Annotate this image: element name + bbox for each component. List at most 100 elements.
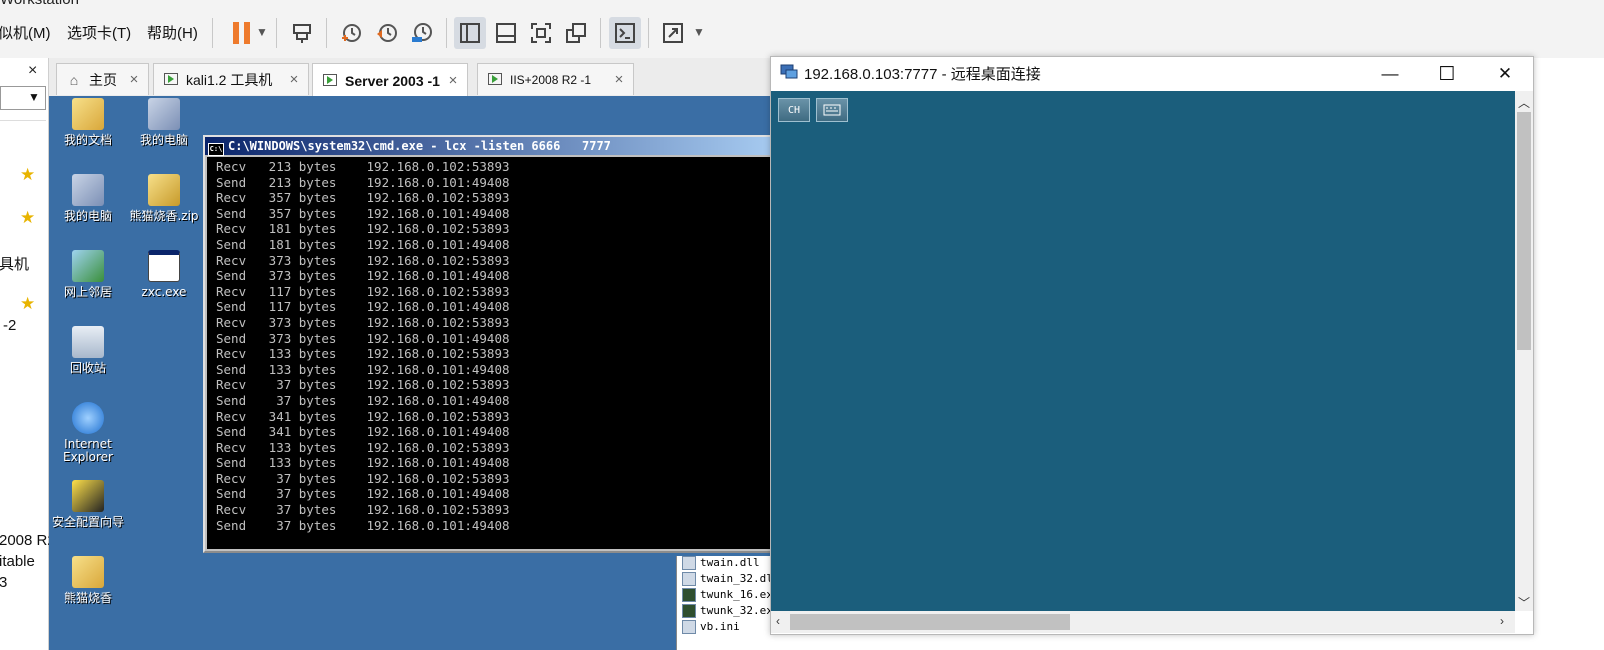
snapshot-manager-icon[interactable] [406,17,438,49]
send-ctrl-alt-del-icon[interactable] [286,17,318,49]
tab-label: kali1.2 工具机 [186,71,273,88]
toolbar-separator [600,18,601,48]
chevron-left-icon[interactable]: ‹ [776,614,780,628]
recycle-bin-icon [72,326,104,358]
horizontal-scrollbar-thumb[interactable] [790,614,1070,630]
chevron-down-icon[interactable]: ﹀ [1518,594,1530,611]
desktop-icon-security-wizard[interactable]: 安全配置向导 [52,480,124,529]
cmd-output-line: Recv 373 bytes 192.168.0.102:53893 [216,252,510,268]
revert-snapshot-icon[interactable] [371,17,403,49]
unity-icon[interactable] [560,17,592,49]
cmd-output-line: Send 373 bytes 192.168.0.101:49408 [216,268,510,284]
cmd-output-line: Recv 213 bytes 192.168.0.102:53893 [216,159,510,174]
star-icon[interactable]: ★ [20,208,35,228]
maximize-icon[interactable]: ☐ [1424,60,1470,88]
toolbar-separator [648,18,649,48]
file-item[interactable]: twain_32.dll [682,572,779,586]
close-icon[interactable]: ✕ [1482,60,1528,88]
library-view-icon[interactable] [454,17,486,49]
tab-iis-2008[interactable]: IIS+2008 R2 -1 × [477,63,634,95]
cmd-output-line: Send 37 bytes 192.168.0.101:49408 [216,486,510,502]
network-icon [72,250,104,282]
vm-icon [486,72,504,88]
thumbnail-view-icon[interactable] [490,17,522,49]
computer-icon [72,174,104,206]
menu-help[interactable]: 帮助(H) [147,22,198,43]
star-icon[interactable]: ★ [20,294,35,314]
internet-explorer-icon [72,402,104,434]
close-icon[interactable]: × [28,62,37,80]
cmd-icon: C:\ [208,143,224,156]
cmd-output-line: Recv 117 bytes 192.168.0.102:53893 [216,283,510,299]
star-icon[interactable]: ★ [20,165,35,185]
remote-screen[interactable] [771,91,1515,611]
chevron-down-icon[interactable]: ▼ [256,25,268,39]
pause-icon[interactable] [233,22,251,44]
file-item[interactable]: vb.ini [682,620,740,634]
cmd-output-line: Recv 357 bytes 192.168.0.102:53893 [216,190,510,206]
chevron-right-icon[interactable]: › [1500,614,1504,628]
zip-folder-icon [148,174,180,206]
library-item-label[interactable]: 2008 R2 [0,532,56,549]
cmd-output-line: Recv 37 bytes 192.168.0.102:53893 [216,502,510,518]
language-button[interactable]: CH [778,98,810,122]
console-icon[interactable] [609,17,641,49]
library-item-label[interactable]: 具机 [0,253,29,274]
file-item[interactable]: twunk_16.exe [682,588,779,602]
toolbar-separator [446,18,447,48]
chevron-down-icon[interactable]: ▼ [28,90,40,104]
file-item[interactable]: twunk_32.exe [682,604,779,618]
desktop-icon-my-computer[interactable]: 我的电脑 [128,98,200,147]
library-item-label[interactable]: 3 [0,574,7,591]
close-icon[interactable]: × [126,71,142,88]
desktop-icon-network[interactable]: 网上邻居 [52,250,124,299]
desktop-icon-internet-explorer[interactable]: Internet Explorer [52,402,124,464]
tab-label: 主页 [89,71,117,88]
close-icon[interactable]: × [286,71,302,88]
snapshot-icon[interactable] [335,17,367,49]
chevron-down-icon[interactable]: ▼ [693,25,705,39]
desktop-icon-my-documents[interactable]: 我的文档 [52,98,124,147]
toolbar-separator [212,18,213,48]
tab-kali[interactable]: kali1.2 工具机 × [153,63,309,95]
fullscreen-icon[interactable] [525,17,557,49]
exe-icon [148,250,180,282]
desktop-icon-zip[interactable]: 熊猫烧香.zip [128,174,200,223]
cmd-output[interactable]: Recv 213 bytes 192.168.0.102:53893 Send 2… [207,157,771,549]
desktop-icon-recycle-bin[interactable]: 回收站 [52,326,124,375]
menu-vm[interactable]: 似机(M) [0,22,51,43]
menu-tabs[interactable]: 选项卡(T) [67,22,131,43]
file-icon [682,556,696,570]
cmd-output-line: Recv 181 bytes 192.168.0.102:53893 [216,221,510,237]
keyboard-icon[interactable] [816,98,848,122]
chevron-up-icon[interactable]: ︿ [1518,94,1530,111]
desktop-icon-zxc-exe[interactable]: zxc.exe [128,250,200,299]
desktop-icon-folder[interactable]: 熊猫烧香 [52,556,124,605]
close-icon[interactable]: × [445,72,461,89]
cmd-output-line: Recv 37 bytes 192.168.0.102:53893 [216,377,510,393]
library-item-label[interactable]: -2 [3,317,16,334]
tab-label: IIS+2008 R2 -1 [510,72,592,87]
cmd-title-bar[interactable]: C:\ C:\WINDOWS\system32\cmd.exe - lcx -li… [205,137,771,156]
cmd-output-line: Recv 341 bytes 192.168.0.102:53893 [216,408,510,424]
vertical-scrollbar-thumb[interactable] [1517,112,1531,350]
desktop-icon-my-computer[interactable]: 我的电脑 [52,174,124,223]
cmd-output-line: Recv 133 bytes 192.168.0.102:53893 [216,346,510,362]
tab-server-2003[interactable]: Server 2003 -1 × [312,63,468,97]
library-item-label[interactable]: itable [0,553,35,570]
stretch-icon[interactable] [657,17,689,49]
toolbar-separator [326,18,327,48]
cmd-output-line: Send 341 bytes 192.168.0.101:49408 [216,424,510,440]
minimize-icon[interactable]: — [1367,60,1413,88]
file-item[interactable]: twain.dll [682,556,760,570]
cmd-output-line: Recv 133 bytes 192.168.0.102:53893 [216,439,510,455]
folder-icon [72,98,104,130]
file-icon [682,604,696,618]
app-title: Workstation [0,0,79,8]
close-icon[interactable]: × [611,71,627,88]
tab-home[interactable]: ⌂ 主页 × [56,63,149,95]
cmd-output-line: Recv 37 bytes 192.168.0.102:53893 [216,470,510,486]
cmd-output-line: Send 37 bytes 192.168.0.101:49408 [216,392,510,408]
remote-desktop-icon [780,64,798,80]
divider [0,120,46,121]
